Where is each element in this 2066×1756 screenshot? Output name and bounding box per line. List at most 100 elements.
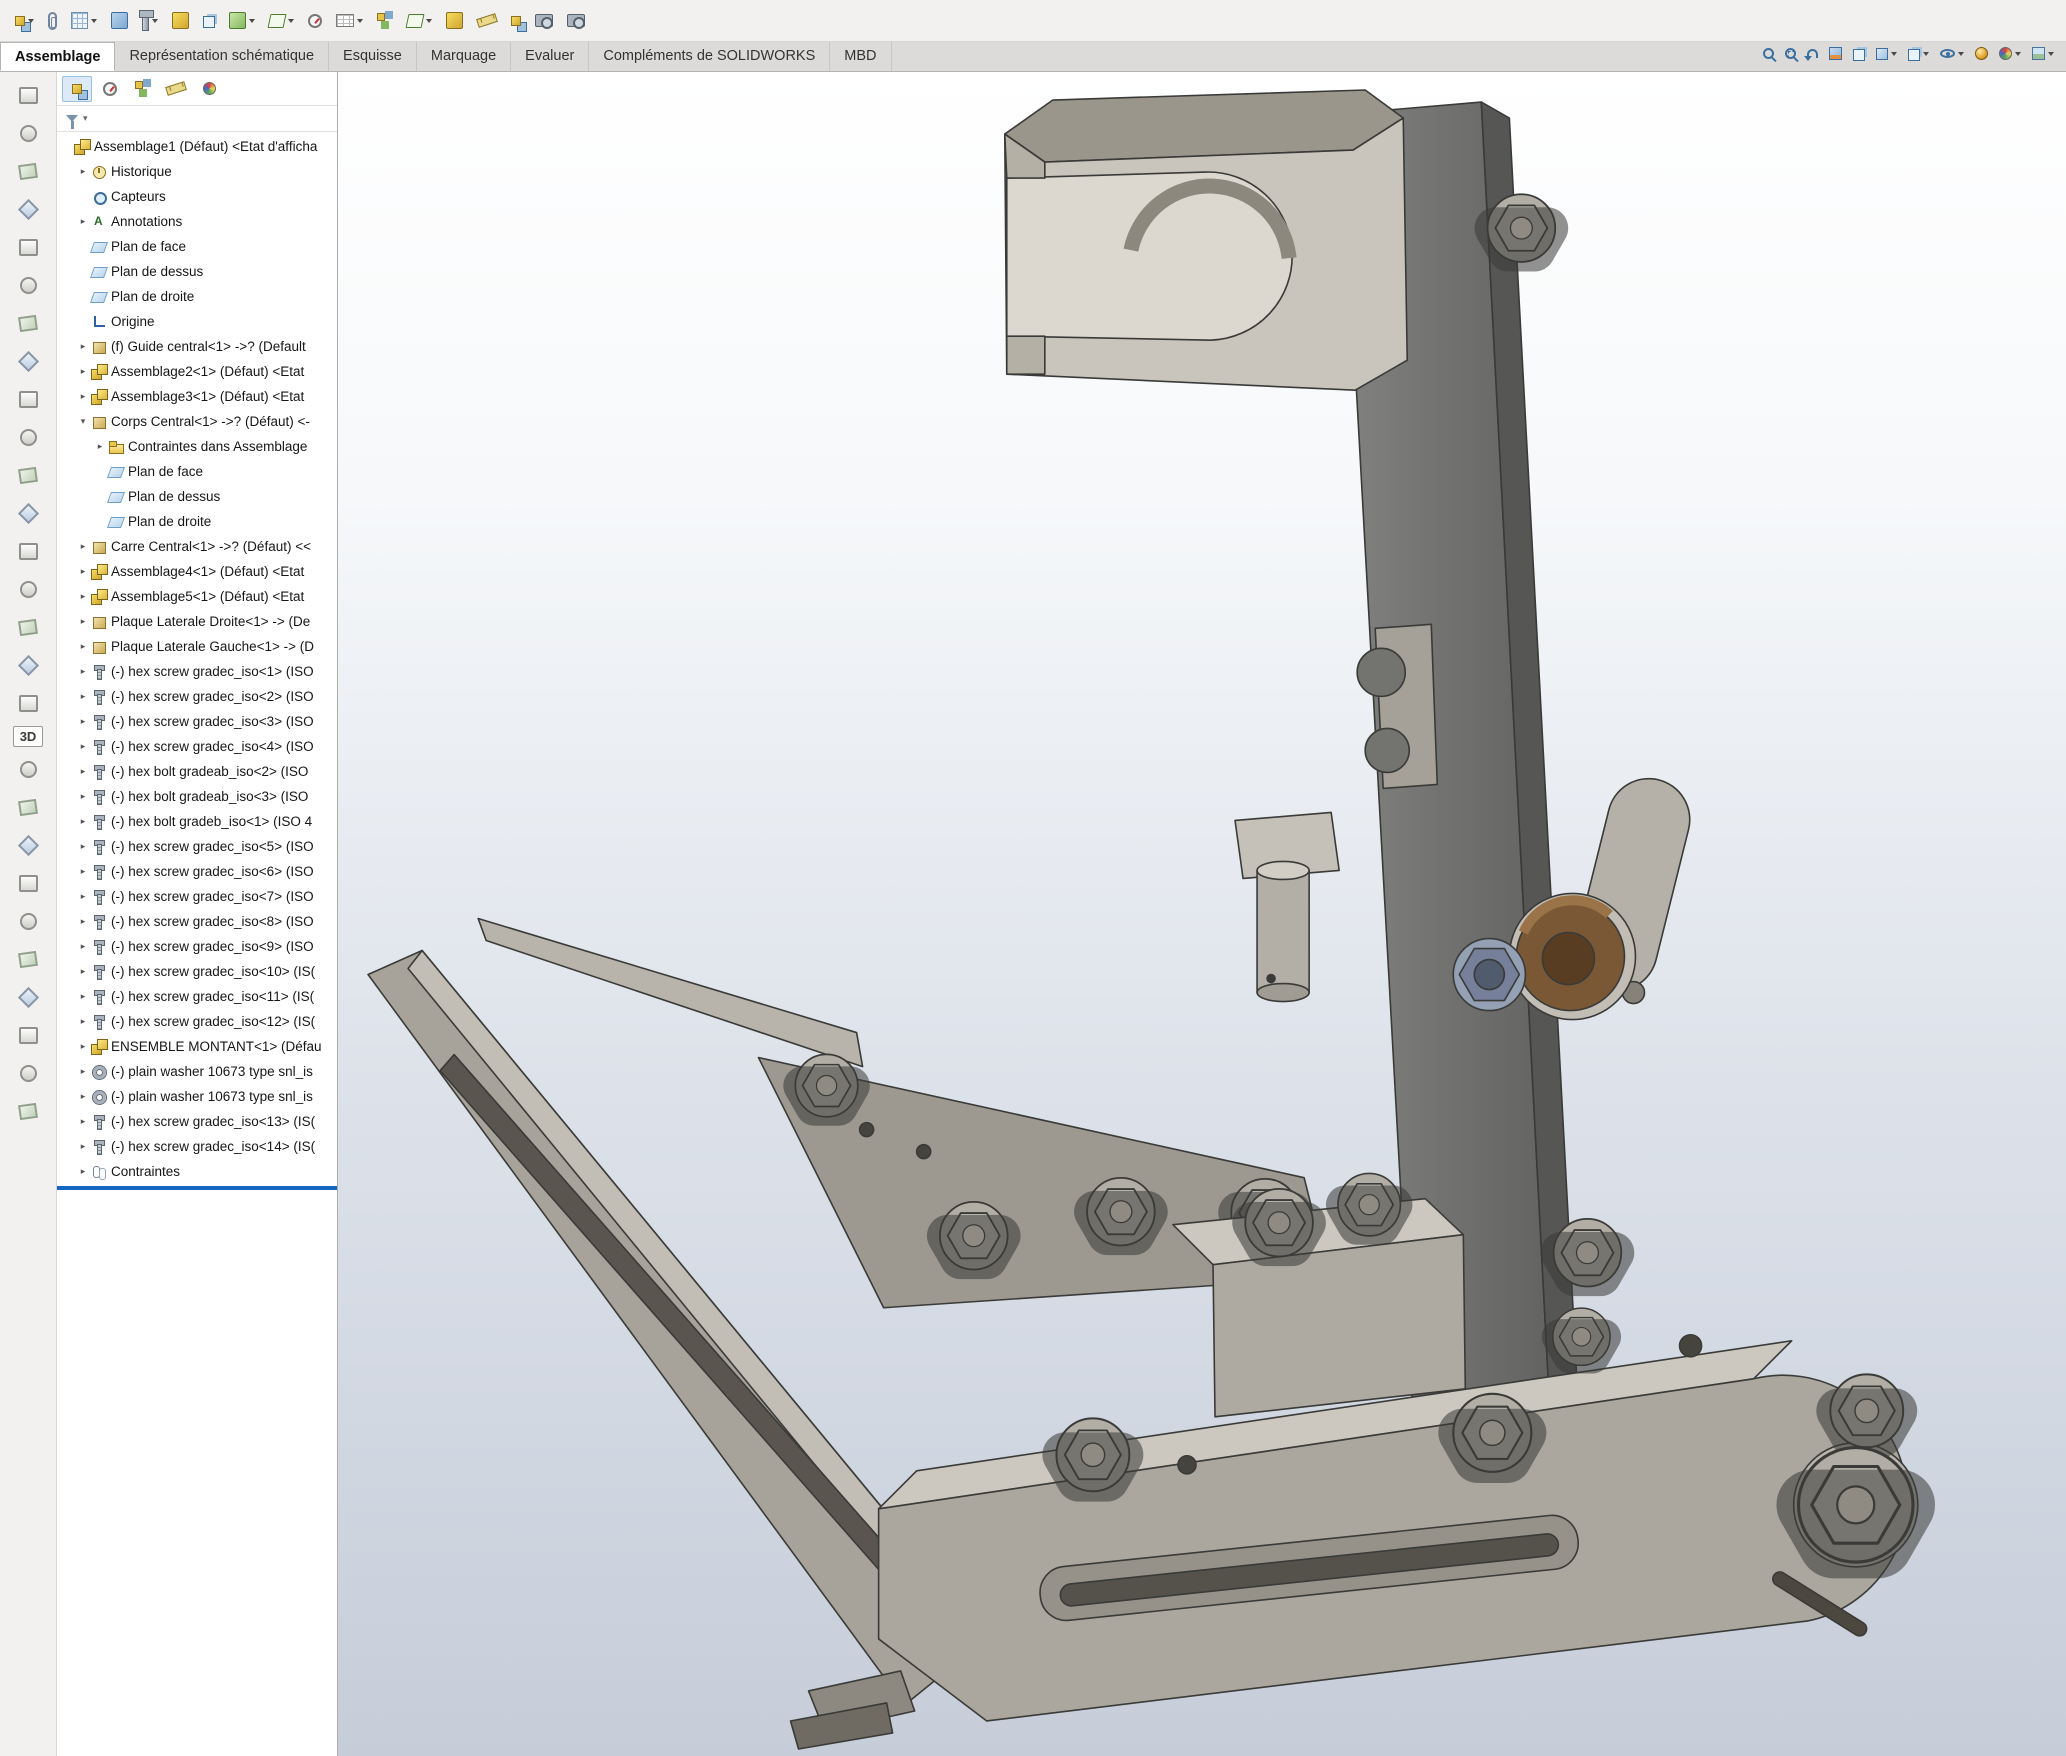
side-tool-button[interactable]	[8, 830, 48, 861]
section-view-button[interactable]	[1825, 45, 1846, 62]
side-tool-button[interactable]	[8, 232, 48, 263]
expander-icon[interactable]: ▸	[76, 1041, 90, 1052]
insert-components-button[interactable]	[106, 4, 133, 38]
tree-item[interactable]: ▸(-) hex screw gradec_iso<6> (ISO	[57, 859, 337, 884]
dropdown-caret-icon[interactable]	[288, 19, 294, 23]
expander-icon[interactable]: ▸	[76, 1116, 90, 1127]
side-tool-button[interactable]	[8, 792, 48, 823]
expander-icon[interactable]: ▸	[76, 866, 90, 877]
dimxpertmanager-tab[interactable]	[161, 76, 191, 102]
tree-item[interactable]: ▸(-) hex screw gradec_iso<13> (IS(	[57, 1109, 337, 1134]
side-tool-button[interactable]	[8, 1020, 48, 1051]
hex-bolt[interactable]	[1453, 1394, 1531, 1472]
ribbon-tab-evaluer[interactable]: Evaluer	[511, 42, 589, 71]
propertymanager-tab[interactable]	[95, 76, 125, 102]
exploded-view-button[interactable]	[372, 4, 398, 38]
tree-item[interactable]: ▸(-) hex screw gradec_iso<7> (ISO	[57, 884, 337, 909]
featuremanager-tab[interactable]	[62, 76, 92, 102]
tree-item[interactable]: ▸Carre Central<1> ->? (Défaut) <<	[57, 534, 337, 559]
tree-item[interactable]: ▸(-) hex bolt gradeb_iso<1> (ISO 4	[57, 809, 337, 834]
expander-icon[interactable]: ▸	[76, 816, 90, 827]
expander-icon[interactable]: ▸	[93, 441, 107, 452]
side-tool-button[interactable]	[8, 868, 48, 899]
side-tool-button[interactable]	[8, 194, 48, 225]
smart-fasteners-button[interactable]	[137, 4, 163, 38]
tree-item[interactable]: ▸(-) hex screw gradec_iso<8> (ISO	[57, 909, 337, 934]
tree-item[interactable]: ▸(-) hex bolt gradeab_iso<2> (ISO	[57, 759, 337, 784]
hex-bolt[interactable]	[1087, 1178, 1155, 1246]
expander-icon[interactable]: ▸	[76, 766, 90, 777]
dropdown-caret-icon[interactable]	[2048, 52, 2054, 56]
apply-scene-button[interactable]	[1995, 45, 2025, 62]
interference-detection-button[interactable]	[506, 4, 526, 38]
tree-item[interactable]: ▸(-) hex screw gradec_iso<14> (IS(	[57, 1134, 337, 1159]
instant3d-button[interactable]	[441, 4, 468, 38]
tree-item[interactable]: ▸Assemblage3<1> (Défaut) <Etat	[57, 384, 337, 409]
hex-bolt[interactable]	[1245, 1189, 1313, 1257]
tree-item[interactable]: ▸Assemblage5<1> (Défaut) <Etat	[57, 584, 337, 609]
expander-icon[interactable]: ▸	[76, 991, 90, 1002]
record-video-button[interactable]	[562, 4, 590, 38]
dropdown-caret-icon[interactable]	[1923, 52, 1929, 56]
dropdown-caret-icon[interactable]	[1958, 52, 1964, 56]
dynamic-annotation-button[interactable]	[1849, 44, 1869, 63]
hex-bolt[interactable]	[1056, 1418, 1129, 1491]
side-tool-button[interactable]	[8, 1096, 48, 1127]
expander-icon[interactable]: ▸	[76, 541, 90, 552]
side-tool-button[interactable]	[8, 906, 48, 937]
graphics-area[interactable]	[338, 72, 2066, 1756]
side-tool-button[interactable]	[8, 536, 48, 567]
hex-bolt[interactable]	[1553, 1308, 1610, 1365]
tree-item[interactable]: Plan de face	[57, 459, 337, 484]
side-tool-button[interactable]	[8, 982, 48, 1013]
side-tool-button[interactable]	[8, 308, 48, 339]
part-center-bolt[interactable]	[1453, 939, 1525, 1011]
expander-icon[interactable]: ▸	[76, 1066, 90, 1077]
dropdown-caret-icon[interactable]	[2015, 52, 2021, 56]
expander-icon[interactable]: ▸	[76, 1166, 90, 1177]
ribbon-tab-compl-ments-de-solidworks[interactable]: Compléments de SOLIDWORKS	[589, 42, 830, 71]
tree-item[interactable]: Plan de dessus	[57, 484, 337, 509]
side-tool-button[interactable]	[8, 80, 48, 111]
show-hidden-components-button[interactable]	[198, 4, 220, 38]
side-tool-button[interactable]	[8, 612, 48, 643]
ribbon-tab-repr-sentation-sch-matique[interactable]: Représentation schématique	[115, 42, 329, 71]
ribbon-tab-assemblage[interactable]: Assemblage	[0, 42, 115, 71]
dropdown-caret-icon[interactable]	[28, 19, 34, 23]
side-tool-button[interactable]	[8, 118, 48, 149]
edit-component-button[interactable]	[10, 4, 39, 38]
reference-geometry-button[interactable]	[264, 4, 299, 38]
display-style-button[interactable]	[1904, 44, 1933, 63]
filter-caret-icon[interactable]: ▾	[83, 113, 88, 124]
expander-icon[interactable]: ▸	[76, 1016, 90, 1027]
dropdown-caret-icon[interactable]	[249, 19, 255, 23]
view-settings-button[interactable]	[2028, 45, 2058, 62]
measure-button[interactable]	[472, 4, 502, 38]
side-tool-button[interactable]	[8, 688, 48, 719]
expander-icon[interactable]: ▸	[76, 166, 90, 177]
hex-bolt[interactable]	[1830, 1374, 1903, 1447]
expander-icon[interactable]: ▸	[76, 1141, 90, 1152]
tree-item[interactable]: ▸(-) hex screw gradec_iso<9> (ISO	[57, 934, 337, 959]
tree-item[interactable]: ▸Contraintes	[57, 1159, 337, 1184]
expander-icon[interactable]: ▸	[76, 716, 90, 727]
previous-view-button[interactable]	[1803, 47, 1822, 60]
tree-item[interactable]: ▸(-) hex screw gradec_iso<5> (ISO	[57, 834, 337, 859]
zoom-to-fit-button[interactable]	[1759, 46, 1778, 61]
tree-item[interactable]: ▾Corps Central<1> ->? (Défaut) <-	[57, 409, 337, 434]
tree-item[interactable]: ▸ENSEMBLE MONTANT<1> (Défau	[57, 1034, 337, 1059]
side-tool-button[interactable]	[8, 498, 48, 529]
bill-of-materials-button[interactable]	[331, 4, 368, 38]
tree-item[interactable]: Plan de face	[57, 234, 337, 259]
edit-appearance-button[interactable]	[1971, 45, 1992, 62]
tree-item[interactable]: ▸(-) plain washer 10673 type snl_is	[57, 1059, 337, 1084]
hex-bolt[interactable]	[940, 1202, 1008, 1270]
side-tool-button[interactable]	[8, 944, 48, 975]
hex-bolt[interactable]	[1798, 1448, 1913, 1562]
side-tool-button[interactable]	[8, 754, 48, 785]
expander-icon[interactable]: ▸	[76, 641, 90, 652]
expander-icon[interactable]: ▾	[76, 416, 90, 427]
tree-item[interactable]: ▸(-) hex screw gradec_iso<11> (IS(	[57, 984, 337, 1009]
tree-item[interactable]: ▸Plaque Laterale Gauche<1> -> (D	[57, 634, 337, 659]
side-tool-button[interactable]	[8, 422, 48, 453]
